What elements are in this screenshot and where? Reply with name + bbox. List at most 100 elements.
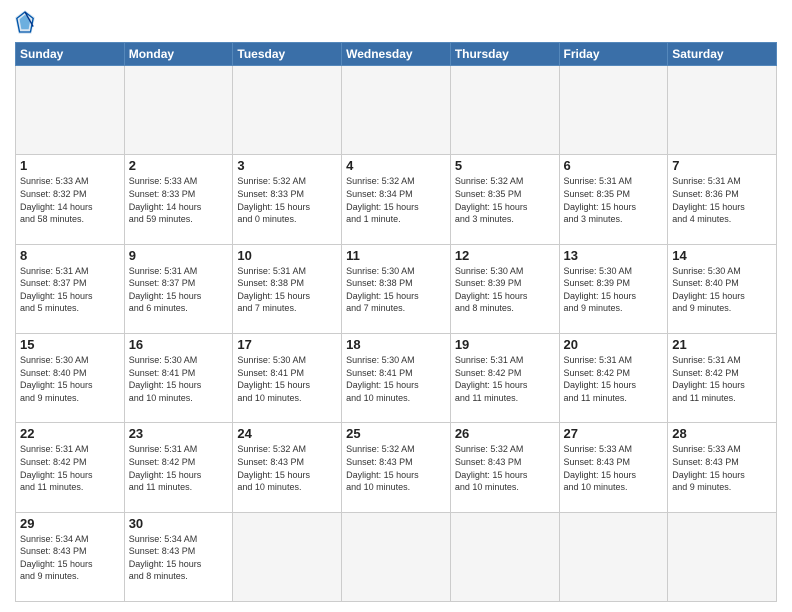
- calendar-cell: [559, 66, 668, 155]
- calendar-cell: 16Sunrise: 5:30 AM Sunset: 8:41 PM Dayli…: [124, 333, 233, 422]
- calendar-cell: [342, 512, 451, 601]
- day-number: 8: [20, 248, 120, 263]
- day-info: Sunrise: 5:31 AM Sunset: 8:42 PM Dayligh…: [20, 443, 120, 493]
- day-number: 3: [237, 158, 337, 173]
- day-number: 12: [455, 248, 555, 263]
- calendar-cell: 13 Sunrise: 5:30 AM Sunset: 8:39 PM Dayli…: [559, 244, 668, 333]
- calendar-cell: 4Sunrise: 5:32 AM Sunset: 8:34 PM Daylig…: [342, 155, 451, 244]
- day-number: 6: [564, 158, 664, 173]
- day-info: Sunrise: 5:31 AM Sunset: 8:37 PM Dayligh…: [129, 265, 229, 315]
- calendar-cell: 28 Sunrise: 5:33 AM Sunset: 8:43 PM Dayli…: [668, 423, 777, 512]
- day-number: 5: [455, 158, 555, 173]
- calendar-cell: 8 Sunrise: 5:31 AM Sunset: 8:37 PM Daylig…: [16, 244, 125, 333]
- day-info: Sunrise: 5:31 AM Sunset: 8:37 PM Dayligh…: [20, 265, 120, 315]
- weekday-header-wednesday: Wednesday: [342, 43, 451, 66]
- calendar-week-row: 29 Sunrise: 5:34 AM Sunset: 8:43 PM Dayli…: [16, 512, 777, 601]
- calendar-week-row: 1Sunrise: 5:33 AM Sunset: 8:32 PM Daylig…: [16, 155, 777, 244]
- calendar-cell: [668, 66, 777, 155]
- day-number: 15: [20, 337, 120, 352]
- day-info: Sunrise: 5:31 AM Sunset: 8:38 PM Dayligh…: [237, 265, 337, 315]
- day-number: 24: [237, 426, 337, 441]
- day-info: Sunrise: 5:33 AM Sunset: 8:33 PM Dayligh…: [129, 175, 229, 225]
- day-info: Sunrise: 5:30 AM Sunset: 8:40 PM Dayligh…: [20, 354, 120, 404]
- calendar-week-row: 22 Sunrise: 5:31 AM Sunset: 8:42 PM Dayli…: [16, 423, 777, 512]
- calendar-cell: [559, 512, 668, 601]
- calendar-cell: [233, 66, 342, 155]
- day-info: Sunrise: 5:30 AM Sunset: 8:39 PM Dayligh…: [564, 265, 664, 315]
- day-info: Sunrise: 5:30 AM Sunset: 8:41 PM Dayligh…: [346, 354, 446, 404]
- day-number: 13: [564, 248, 664, 263]
- day-info: Sunrise: 5:32 AM Sunset: 8:43 PM Dayligh…: [237, 443, 337, 493]
- calendar-cell: 12 Sunrise: 5:30 AM Sunset: 8:39 PM Dayli…: [450, 244, 559, 333]
- calendar-cell: 15 Sunrise: 5:30 AM Sunset: 8:40 PM Dayli…: [16, 333, 125, 422]
- day-number: 16: [129, 337, 229, 352]
- calendar-cell: [342, 66, 451, 155]
- day-number: 14: [672, 248, 772, 263]
- day-info: Sunrise: 5:34 AM Sunset: 8:43 PM Dayligh…: [129, 533, 229, 583]
- calendar-cell: 18 Sunrise: 5:30 AM Sunset: 8:41 PM Dayli…: [342, 333, 451, 422]
- day-info: Sunrise: 5:32 AM Sunset: 8:34 PM Dayligh…: [346, 175, 446, 225]
- day-info: Sunrise: 5:32 AM Sunset: 8:43 PM Dayligh…: [346, 443, 446, 493]
- day-number: 1: [20, 158, 120, 173]
- calendar-week-row: 15 Sunrise: 5:30 AM Sunset: 8:40 PM Dayli…: [16, 333, 777, 422]
- day-number: 23: [129, 426, 229, 441]
- weekday-header-monday: Monday: [124, 43, 233, 66]
- calendar-cell: 26 Sunrise: 5:32 AM Sunset: 8:43 PM Dayli…: [450, 423, 559, 512]
- calendar-cell: [450, 66, 559, 155]
- day-info: Sunrise: 5:30 AM Sunset: 8:38 PM Dayligh…: [346, 265, 446, 315]
- calendar-cell: 2 Sunrise: 5:33 AM Sunset: 8:33 PM Daylig…: [124, 155, 233, 244]
- calendar-cell: [450, 512, 559, 601]
- day-number: 20: [564, 337, 664, 352]
- calendar-cell: 30 Sunrise: 5:34 AM Sunset: 8:43 PM Dayli…: [124, 512, 233, 601]
- page: SundayMondayTuesdayWednesdayThursdayFrid…: [0, 0, 792, 612]
- calendar-cell: 24 Sunrise: 5:32 AM Sunset: 8:43 PM Dayli…: [233, 423, 342, 512]
- day-number: 25: [346, 426, 446, 441]
- day-info: Sunrise: 5:31 AM Sunset: 8:35 PM Dayligh…: [564, 175, 664, 225]
- day-info: Sunrise: 5:30 AM Sunset: 8:40 PM Dayligh…: [672, 265, 772, 315]
- day-number: 17: [237, 337, 337, 352]
- logo-icon: [15, 10, 35, 34]
- day-info: Sunrise: 5:30 AM Sunset: 8:39 PM Dayligh…: [455, 265, 555, 315]
- weekday-header-friday: Friday: [559, 43, 668, 66]
- calendar-cell: 25 Sunrise: 5:32 AM Sunset: 8:43 PM Dayli…: [342, 423, 451, 512]
- day-info: Sunrise: 5:31 AM Sunset: 8:42 PM Dayligh…: [129, 443, 229, 493]
- calendar-cell: 20 Sunrise: 5:31 AM Sunset: 8:42 PM Dayli…: [559, 333, 668, 422]
- day-number: 19: [455, 337, 555, 352]
- calendar-cell: 23 Sunrise: 5:31 AM Sunset: 8:42 PM Dayli…: [124, 423, 233, 512]
- day-number: 26: [455, 426, 555, 441]
- calendar-cell: 14 Sunrise: 5:30 AM Sunset: 8:40 PM Dayli…: [668, 244, 777, 333]
- calendar-cell: 10Sunrise: 5:31 AM Sunset: 8:38 PM Dayli…: [233, 244, 342, 333]
- logo: [15, 10, 39, 34]
- day-number: 2: [129, 158, 229, 173]
- weekday-header-row: SundayMondayTuesdayWednesdayThursdayFrid…: [16, 43, 777, 66]
- day-number: 28: [672, 426, 772, 441]
- day-number: 18: [346, 337, 446, 352]
- day-number: 11: [346, 248, 446, 263]
- calendar-cell: [233, 512, 342, 601]
- weekday-header-sunday: Sunday: [16, 43, 125, 66]
- calendar-table: SundayMondayTuesdayWednesdayThursdayFrid…: [15, 42, 777, 602]
- day-info: Sunrise: 5:31 AM Sunset: 8:42 PM Dayligh…: [455, 354, 555, 404]
- calendar-cell: 21Sunrise: 5:31 AM Sunset: 8:42 PM Dayli…: [668, 333, 777, 422]
- weekday-header-saturday: Saturday: [668, 43, 777, 66]
- day-number: 7: [672, 158, 772, 173]
- calendar-cell: 19 Sunrise: 5:31 AM Sunset: 8:42 PM Dayli…: [450, 333, 559, 422]
- calendar-cell: 11 Sunrise: 5:30 AM Sunset: 8:38 PM Dayli…: [342, 244, 451, 333]
- calendar-cell: [668, 512, 777, 601]
- day-info: Sunrise: 5:32 AM Sunset: 8:43 PM Dayligh…: [455, 443, 555, 493]
- calendar-cell: 27Sunrise: 5:33 AM Sunset: 8:43 PM Dayli…: [559, 423, 668, 512]
- calendar-cell: 17 Sunrise: 5:30 AM Sunset: 8:41 PM Dayli…: [233, 333, 342, 422]
- calendar-cell: 5Sunrise: 5:32 AM Sunset: 8:35 PM Daylig…: [450, 155, 559, 244]
- day-number: 22: [20, 426, 120, 441]
- day-number: 29: [20, 516, 120, 531]
- day-number: 30: [129, 516, 229, 531]
- day-info: Sunrise: 5:33 AM Sunset: 8:43 PM Dayligh…: [564, 443, 664, 493]
- calendar-cell: 1Sunrise: 5:33 AM Sunset: 8:32 PM Daylig…: [16, 155, 125, 244]
- calendar-cell: 7Sunrise: 5:31 AM Sunset: 8:36 PM Daylig…: [668, 155, 777, 244]
- calendar-cell: 9Sunrise: 5:31 AM Sunset: 8:37 PM Daylig…: [124, 244, 233, 333]
- day-info: Sunrise: 5:31 AM Sunset: 8:42 PM Dayligh…: [564, 354, 664, 404]
- day-info: Sunrise: 5:33 AM Sunset: 8:43 PM Dayligh…: [672, 443, 772, 493]
- calendar-cell: 6 Sunrise: 5:31 AM Sunset: 8:35 PM Daylig…: [559, 155, 668, 244]
- day-info: Sunrise: 5:31 AM Sunset: 8:42 PM Dayligh…: [672, 354, 772, 404]
- day-info: Sunrise: 5:30 AM Sunset: 8:41 PM Dayligh…: [237, 354, 337, 404]
